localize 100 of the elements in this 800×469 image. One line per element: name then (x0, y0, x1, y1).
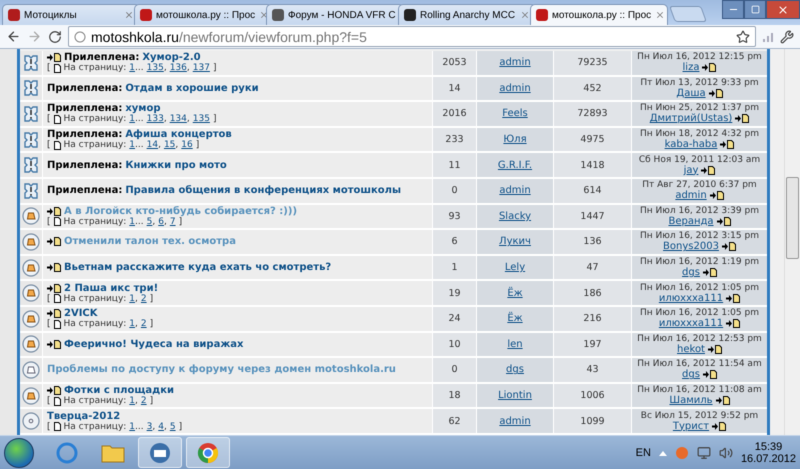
browser-tab[interactable]: мотошкола.ру :: Прос (530, 4, 668, 25)
last-post-author-link[interactable]: илюххха111 (658, 292, 724, 304)
last-post-author-link[interactable]: liza (682, 62, 700, 74)
page-link[interactable]: 6 (158, 216, 164, 227)
page-link[interactable]: 135 (192, 114, 210, 124)
page-link[interactable]: 1 (129, 114, 136, 124)
topic-link[interactable]: 2 Паша икс три! (64, 282, 158, 294)
sticky-label: Прилеплена: (47, 129, 122, 140)
last-post-date: Пн Июл 16, 2012 3:39 pm (640, 206, 759, 216)
bracket: [ (47, 140, 51, 150)
separator: ... (135, 114, 144, 124)
page-link[interactable]: 15 (164, 140, 176, 150)
author-link[interactable]: admin (499, 185, 531, 196)
views-count: 216 (583, 313, 602, 324)
views-count: 43 (586, 364, 599, 376)
page-link[interactable]: 137 (192, 63, 210, 74)
last-post-author-link[interactable]: kaba-haba (664, 139, 718, 150)
page-link[interactable]: 2 (140, 396, 147, 406)
author-link[interactable]: Lely (504, 262, 526, 274)
language-indicator[interactable]: EN (636, 446, 651, 458)
page-link[interactable]: 16 (181, 140, 193, 150)
views-count: 1099 (580, 416, 605, 427)
last-post-date: Пн Июл 16, 2012 1:19 pm (640, 257, 759, 268)
topic-link[interactable]: Правила общения в конференциях мотошколы (125, 185, 402, 196)
page-link[interactable]: 5 (146, 216, 152, 227)
last-post-author-link[interactable]: Турист (672, 420, 710, 432)
separator: , (152, 216, 156, 227)
last-post-author-link[interactable]: admin (675, 190, 707, 202)
sticky-label: Прилеплена: (47, 185, 122, 196)
views-count: 136 (583, 236, 602, 248)
topic-link[interactable]: 2VICK (64, 308, 98, 320)
last-post-author-link[interactable]: dgs (682, 369, 700, 380)
topic-link[interactable]: Тверца-2012 (47, 410, 120, 422)
separator: , (152, 422, 156, 432)
page-link[interactable]: 2 (140, 319, 147, 330)
last-post-date: Пн Июн 25, 2012 1:37 pm (640, 103, 760, 114)
author-link[interactable]: Юля (503, 134, 527, 146)
author-link[interactable]: Лукич (499, 236, 531, 248)
last-post-author-link[interactable]: Веранда (668, 216, 714, 227)
author-link[interactable]: Ёж (507, 288, 523, 299)
sticky-label: Прилеплена: (47, 82, 122, 94)
last-post-author-link[interactable]: dgs (682, 267, 700, 278)
replies-count: 19 (448, 288, 461, 299)
topic-link[interactable]: Фотки с площадки (64, 385, 174, 396)
last-post-author-link[interactable]: hekot (677, 344, 705, 355)
topic-link[interactable]: Отдам в хорошие руки (125, 82, 259, 94)
clock-date[interactable]: 16.07.2012 (740, 452, 796, 464)
clock-time[interactable]: 15:39 (754, 440, 782, 452)
last-post-author-link[interactable]: jay (684, 164, 698, 176)
topic-link[interactable]: Вьетнам расскажите куда ехать чо смотреть? (64, 262, 332, 274)
last-post-author-link[interactable]: Bonys2003 (663, 241, 719, 252)
last-post-author-link[interactable]: илюххха111 (658, 318, 724, 330)
topic-link[interactable]: Афиша концертов (125, 129, 232, 140)
page-link[interactable]: 1 (129, 319, 136, 330)
page-link[interactable]: 14 (146, 140, 158, 150)
page-link[interactable]: 1 (129, 294, 136, 304)
author-link[interactable]: len (507, 338, 523, 350)
page-link[interactable]: 136 (170, 63, 187, 74)
page-link[interactable]: 3 (146, 422, 152, 432)
pages-label: На страницу: (64, 140, 126, 150)
replies-count: 10 (448, 338, 461, 350)
page-link[interactable]: 1 (129, 140, 136, 150)
address-bar[interactable]: motoshkola.ru/newforum/viewforum.php?f=5 (68, 26, 756, 47)
page-link[interactable]: 133 (146, 114, 164, 124)
last-post-author-link[interactable]: Даша (676, 88, 706, 99)
author-link[interactable]: admin (499, 416, 531, 427)
replies-count: 0 (451, 185, 458, 196)
page-link[interactable]: 135 (146, 63, 164, 74)
last-post-date: Пт Июл 13, 2012 9:33 pm (640, 78, 759, 88)
topic-link[interactable]: хумор (125, 103, 160, 114)
page-link[interactable]: 2 (140, 294, 147, 304)
bracket: [ (47, 114, 51, 124)
page-link[interactable]: 1 (129, 216, 136, 227)
page-link[interactable]: 5 (170, 422, 176, 432)
last-post-date: Пн Июл 16, 2012 3:15 pm (640, 231, 759, 242)
author-link[interactable]: Ёж (507, 313, 523, 324)
last-post-date: Пн Июл 16, 2012 12:15 pm (637, 52, 762, 62)
author-link[interactable]: admin (499, 57, 531, 68)
page-link[interactable]: 4 (158, 422, 164, 432)
author-link[interactable]: admin (499, 82, 531, 94)
author-link[interactable]: Feels (502, 108, 528, 120)
page-link[interactable]: 1 (129, 396, 136, 406)
topic-link[interactable]: Хумор-2.0 (142, 52, 201, 64)
last-post-date: Пн Июл 16, 2012 1:05 pm (640, 308, 759, 318)
last-post-date: Пн Июн 18, 2012 4:32 pm (640, 129, 760, 140)
last-post-author-link[interactable]: Шамиль (669, 395, 713, 406)
topic-link[interactable]: Феерично! Чудеса на виражах (64, 338, 244, 350)
last-post-date: Пт Авг 27, 2010 6:37 pm (642, 180, 757, 190)
page-link[interactable]: 1 (129, 422, 136, 432)
page-link[interactable]: 1 (129, 63, 136, 74)
last-post-author-link[interactable]: Дмитрий(Ustas) (650, 113, 732, 124)
separator: ... (135, 63, 144, 74)
page-link[interactable]: 7 (170, 216, 176, 227)
separator: , (158, 140, 161, 150)
views-count: 1006 (580, 390, 605, 402)
views-count: 452 (583, 82, 602, 94)
page-link[interactable]: 134 (170, 114, 187, 124)
author-link[interactable]: dgs (506, 364, 524, 376)
topic-link[interactable]: Книжки про мото (125, 160, 227, 171)
sticky-label: Прилеплена: (64, 52, 140, 64)
